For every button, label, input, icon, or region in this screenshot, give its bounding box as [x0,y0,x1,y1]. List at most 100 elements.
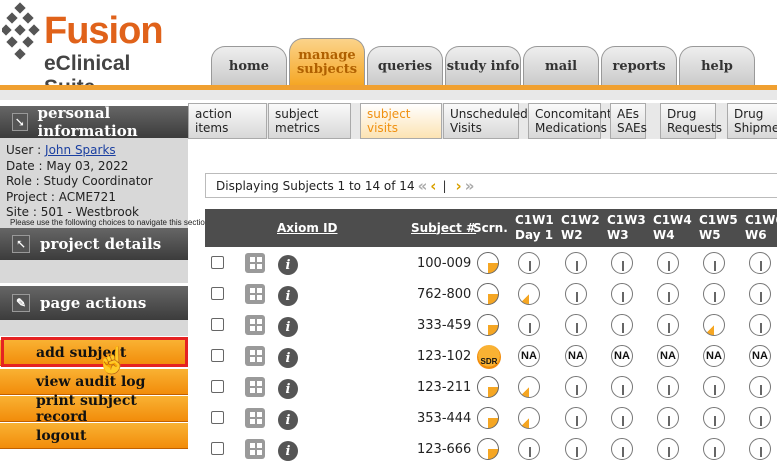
tab-reports[interactable]: reports [601,46,677,86]
screening-status-icon[interactable] [477,314,499,336]
visit-status-icon[interactable] [749,438,771,460]
info-icon[interactable]: i [278,255,298,275]
row-checkbox[interactable] [211,318,224,331]
visit-status-icon[interactable] [611,314,633,336]
info-icon[interactable]: i [278,317,298,337]
info-icon[interactable]: i [278,348,298,368]
row-checkbox[interactable] [211,256,224,269]
tab-drug-shipment[interactable]: Drug Shipment [727,103,777,139]
tab-manage-subjects[interactable]: manage subjects [289,38,365,86]
user-link[interactable]: John Sparks [45,143,116,157]
row-checkbox[interactable] [211,287,224,300]
screening-status-icon[interactable] [477,438,499,460]
tab-unscheduled-visits[interactable]: Unscheduled Visits [443,103,528,139]
prev-page-icon[interactable]: ‹ [430,177,436,195]
screening-status-icon[interactable] [477,376,499,398]
visit-status-icon[interactable] [518,438,540,460]
visit-status-icon[interactable] [518,283,540,305]
col-subject-number[interactable]: Subject # [411,209,476,247]
visit-status-icon[interactable] [657,314,679,336]
grid-menu-icon[interactable] [245,377,265,397]
subject-number[interactable]: 353-444 [417,411,471,426]
tab-mail[interactable]: mail [523,46,599,86]
info-icon[interactable]: i [278,441,298,461]
view-audit-log-button[interactable]: view audit log [0,369,188,395]
row-checkbox[interactable] [211,349,224,362]
visit-status-icon[interactable] [611,283,633,305]
visit-status-icon[interactable]: NA [749,345,771,367]
personal-info-header[interactable]: ↘ personal information [0,104,188,140]
info-icon[interactable]: i [278,286,298,306]
last-page-icon[interactable]: » [465,177,475,195]
visit-status-icon[interactable]: NA [703,345,725,367]
subject-number[interactable]: 123-102 [417,349,471,364]
first-page-icon[interactable]: « [418,177,428,195]
visit-status-icon[interactable] [749,252,771,274]
visit-status-icon[interactable]: NA [657,345,679,367]
visit-status-icon[interactable] [657,252,679,274]
info-icon[interactable]: i [278,410,298,430]
screening-status-icon[interactable] [477,252,499,274]
visit-status-icon[interactable] [657,376,679,398]
row-checkbox[interactable] [211,380,224,393]
logout-button[interactable]: logout [0,423,188,449]
row-checkbox[interactable] [211,442,224,455]
visit-status-icon[interactable] [518,407,540,429]
screening-status-icon[interactable] [477,407,499,429]
tab-help[interactable]: help [679,46,755,86]
tab-concomitant-medications[interactable]: Concomitant Medications [528,103,612,139]
subject-number[interactable]: 100-009 [417,256,471,271]
tab-action-items[interactable]: action items [188,103,267,139]
visit-status-icon[interactable] [518,314,540,336]
screening-status-icon[interactable]: SDR [477,345,501,369]
grid-menu-icon[interactable] [245,408,265,428]
visit-status-icon[interactable] [703,376,725,398]
visit-status-icon[interactable] [749,283,771,305]
info-icon[interactable]: i [278,379,298,399]
visit-status-icon[interactable]: NA [518,345,540,367]
visit-status-icon[interactable] [749,376,771,398]
visit-status-icon[interactable] [565,438,587,460]
visit-status-icon[interactable] [703,314,725,336]
grid-menu-icon[interactable] [245,253,265,273]
visit-status-icon[interactable] [749,314,771,336]
visit-status-icon[interactable] [703,252,725,274]
screening-status-icon[interactable] [477,283,499,305]
visit-status-icon[interactable] [611,252,633,274]
visit-status-icon[interactable] [657,438,679,460]
grid-menu-icon[interactable] [245,284,265,304]
tab-drug-requests[interactable]: Drug Requests [660,103,722,139]
visit-status-icon[interactable] [565,376,587,398]
visit-status-icon[interactable] [657,283,679,305]
visit-status-icon[interactable] [565,283,587,305]
tab-subject-metrics[interactable]: subject metrics [268,103,351,139]
visit-status-icon[interactable] [518,376,540,398]
project-details-header[interactable]: ↖ project details [0,228,188,260]
visit-status-icon[interactable] [703,283,725,305]
grid-menu-icon[interactable] [245,439,265,459]
grid-menu-icon[interactable] [245,315,265,335]
next-page-icon[interactable]: › [456,177,462,195]
visit-status-icon[interactable] [611,407,633,429]
row-checkbox[interactable] [211,411,224,424]
subject-number[interactable]: 123-666 [417,442,471,457]
grid-menu-icon[interactable] [245,346,265,366]
tab-study-info[interactable]: study info [445,46,521,86]
visit-status-icon[interactable] [703,407,725,429]
visit-status-icon[interactable] [518,252,540,274]
visit-status-icon[interactable]: NA [565,345,587,367]
tab-aes-saes[interactable]: AEs SAEs [610,103,647,139]
visit-status-icon[interactable] [657,407,679,429]
visit-status-icon[interactable] [565,252,587,274]
visit-status-icon[interactable] [611,438,633,460]
visit-status-icon[interactable]: NA [611,345,633,367]
print-subject-record-button[interactable]: print subject record [0,393,188,425]
tab-subject-visits[interactable]: subject visits [360,103,442,139]
visit-status-icon[interactable] [611,376,633,398]
visit-status-icon[interactable] [749,407,771,429]
subject-number[interactable]: 123-211 [417,380,471,395]
col-axiom-id[interactable]: Axiom ID [277,209,338,247]
tab-queries[interactable]: queries [367,46,443,86]
visit-status-icon[interactable] [565,314,587,336]
visit-status-icon[interactable] [703,438,725,460]
